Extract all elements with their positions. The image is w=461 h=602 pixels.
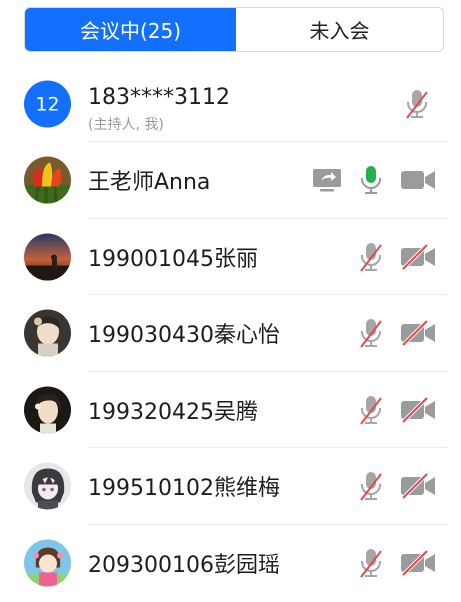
avatar [24, 156, 71, 204]
camera-icon[interactable] [400, 168, 436, 192]
mic-muted-icon[interactable] [359, 241, 383, 273]
participant-name: 199320425吴腾 [88, 399, 258, 425]
participant-row[interactable]: 209300106彭园瑶 [0, 525, 461, 602]
tab-in-meeting[interactable]: 会议中(25) [25, 8, 236, 51]
avatar: 12 [24, 80, 71, 128]
participant-name: 199030430秦心怡 [88, 323, 280, 349]
avatar [24, 539, 71, 587]
participant-name: 209300106彭园瑶 [88, 552, 280, 578]
participant-row[interactable]: 199510102熊维梅 [0, 448, 461, 525]
participant-tabs: 会议中(25) 未入会 [24, 7, 444, 52]
participant-row[interactable]: 199001045张丽 [0, 219, 461, 295]
avatar [24, 386, 71, 434]
mic-muted-icon[interactable] [359, 547, 383, 579]
avatar [24, 233, 71, 281]
participant-row[interactable]: 12 183****3112 (主持人, 我) [0, 66, 461, 142]
avatar [24, 309, 71, 357]
avatar [24, 462, 71, 510]
participant-row[interactable]: 199030430秦心怡 [0, 295, 461, 372]
mic-muted-icon[interactable] [359, 317, 383, 349]
participant-name: 183****3112 [88, 85, 230, 110]
tab-not-joined[interactable]: 未入会 [236, 8, 443, 51]
participant-role: (主持人, 我) [88, 117, 164, 133]
mic-muted-icon[interactable] [359, 394, 383, 426]
participant-list: 12 183****3112 (主持人, 我) 王老师Anna 19900104… [0, 66, 461, 601]
camera-off-icon[interactable] [400, 473, 436, 500]
participant-name: 王老师Anna [88, 170, 211, 196]
screen-share-icon[interactable] [312, 167, 342, 193]
mic-muted-icon[interactable] [405, 88, 429, 120]
camera-off-icon[interactable] [400, 396, 436, 423]
participant-row[interactable]: 王老师Anna [0, 142, 461, 219]
mic-on-icon[interactable] [359, 164, 383, 196]
participant-name: 199001045张丽 [88, 246, 258, 272]
participant-name: 199510102熊维梅 [88, 476, 280, 502]
camera-off-icon[interactable] [400, 320, 436, 347]
mic-muted-icon[interactable] [359, 470, 383, 502]
participant-row[interactable]: 199320425吴腾 [0, 372, 461, 448]
camera-off-icon[interactable] [400, 243, 436, 270]
camera-off-icon[interactable] [400, 549, 436, 576]
